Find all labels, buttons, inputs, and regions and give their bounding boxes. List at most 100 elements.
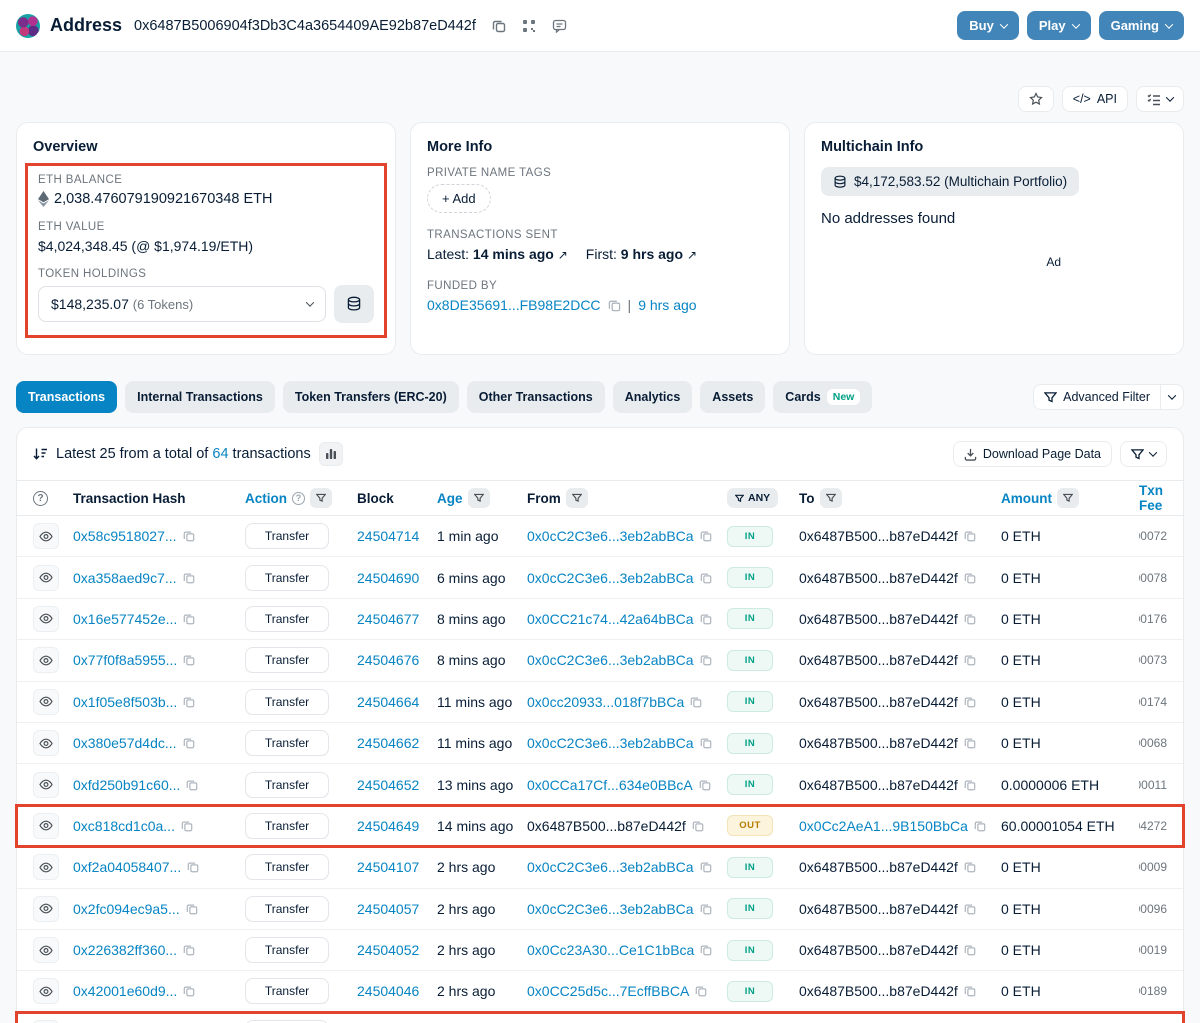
preview-eye-button[interactable] — [33, 523, 59, 550]
copy-icon[interactable] — [964, 530, 976, 542]
col-amount-link[interactable]: Amount — [1001, 491, 1052, 506]
chart-view-button[interactable] — [318, 442, 343, 466]
external-link-icon[interactable]: ↗ — [687, 248, 697, 262]
copy-icon[interactable] — [692, 820, 704, 832]
preview-eye-button[interactable] — [33, 730, 59, 757]
from-address[interactable]: 0x0cC2C3e6...3eb2abBCa — [527, 901, 694, 917]
tab-token-transfers-erc-20-[interactable]: Token Transfers (ERC-20) — [282, 381, 459, 413]
copy-address-icon[interactable] — [492, 19, 506, 33]
col-age-link[interactable]: Age — [437, 491, 463, 506]
age-filter-button[interactable] — [467, 488, 490, 508]
advanced-filter-dropdown-button[interactable] — [1161, 384, 1184, 410]
copy-icon[interactable] — [183, 944, 195, 956]
copy-icon[interactable] — [183, 530, 195, 542]
action-transfer-button[interactable]: Transfer — [245, 688, 329, 715]
block-link[interactable]: 24504662 — [357, 735, 419, 751]
comment-icon[interactable] — [552, 19, 567, 33]
amount-filter-button[interactable] — [1057, 488, 1079, 508]
buy-button[interactable]: Buy — [957, 11, 1019, 40]
block-link[interactable]: 24504107 — [357, 859, 419, 875]
from-filter-button[interactable] — [565, 488, 588, 508]
preview-eye-button[interactable] — [33, 771, 59, 798]
direction-any-filter[interactable]: ANY — [727, 488, 779, 508]
copy-icon[interactable] — [964, 903, 976, 915]
copy-icon[interactable] — [700, 944, 712, 956]
preview-eye-button[interactable] — [33, 688, 59, 715]
copy-icon[interactable] — [964, 654, 976, 666]
copy-icon[interactable] — [186, 903, 198, 915]
from-address[interactable]: 0x0cc20933...018f7bBCa — [527, 694, 684, 710]
copy-icon[interactable] — [700, 737, 712, 749]
help-question-icon[interactable]: ? — [33, 490, 48, 506]
preview-eye-button[interactable] — [33, 564, 59, 591]
from-address[interactable]: 0x0cC2C3e6...3eb2abBCa — [527, 652, 694, 668]
action-transfer-button[interactable]: Transfer — [245, 605, 329, 632]
preview-eye-button[interactable] — [33, 812, 59, 839]
action-transfer-button[interactable]: Transfer — [245, 895, 329, 922]
total-transactions-link[interactable]: 64 — [212, 446, 228, 462]
copy-icon[interactable] — [700, 572, 712, 584]
funded-by-age-link[interactable]: 9 hrs ago — [638, 297, 696, 313]
from-address[interactable]: 0x0CC21c74...42a64bBCa — [527, 611, 694, 627]
copy-icon[interactable] — [964, 985, 976, 997]
copy-icon[interactable] — [700, 861, 712, 873]
copy-icon[interactable] — [183, 985, 195, 997]
from-address[interactable]: 0x0Cc23A30...Ce1C1bBca — [527, 942, 694, 958]
block-link[interactable]: 24504052 — [357, 942, 419, 958]
tx-hash-link[interactable]: 0x380e57d4dc... — [73, 735, 177, 751]
funded-by-address-link[interactable]: 0x8DE35691...FB98E2DCC — [427, 297, 601, 313]
copy-icon[interactable] — [964, 944, 976, 956]
action-transfer-button[interactable]: Transfer — [245, 771, 329, 798]
block-link[interactable]: 24504046 — [357, 983, 419, 999]
block-link[interactable]: 24504649 — [357, 818, 419, 834]
qr-code-icon[interactable] — [522, 19, 536, 33]
copy-icon[interactable] — [964, 696, 976, 708]
action-transfer-button[interactable]: Transfer — [245, 523, 329, 550]
copy-icon[interactable] — [183, 696, 195, 708]
tx-hash-link[interactable]: 0x77f0f8a5955... — [73, 652, 177, 668]
copy-icon[interactable] — [700, 613, 712, 625]
block-link[interactable]: 24504676 — [357, 652, 419, 668]
preview-eye-button[interactable] — [33, 937, 59, 964]
copy-icon[interactable] — [964, 613, 976, 625]
tab-other-transactions[interactable]: Other Transactions — [466, 381, 605, 413]
block-link[interactable]: 24504057 — [357, 901, 419, 917]
copy-icon[interactable] — [695, 985, 707, 997]
tab-cards[interactable]: Cards New — [773, 381, 873, 413]
tx-hash-link[interactable]: 0xc818cd1c0a... — [73, 818, 175, 834]
api-button[interactable]: </> API — [1061, 86, 1128, 112]
copy-icon[interactable] — [183, 654, 195, 666]
gaming-button[interactable]: Gaming — [1098, 11, 1184, 40]
from-address[interactable]: 0x0cC2C3e6...3eb2abBCa — [527, 528, 694, 544]
copy-icon[interactable] — [183, 737, 195, 749]
copy-icon[interactable] — [974, 820, 986, 832]
preview-eye-button[interactable] — [33, 895, 59, 922]
more-options-button[interactable] — [1136, 86, 1184, 112]
from-address[interactable]: 0x0cC2C3e6...3eb2abBCa — [527, 859, 694, 875]
block-link[interactable]: 24504714 — [357, 528, 419, 544]
action-transfer-button[interactable]: Transfer — [245, 812, 329, 839]
action-transfer-button[interactable]: Transfer — [245, 730, 329, 757]
tx-hash-link[interactable]: 0xa358aed9c7... — [73, 570, 177, 586]
action-transfer-button[interactable]: Transfer — [245, 937, 329, 964]
copy-icon[interactable] — [608, 299, 621, 312]
action-transfer-button[interactable]: Transfer — [245, 564, 329, 591]
copy-icon[interactable] — [700, 654, 712, 666]
tab-internal-transactions[interactable]: Internal Transactions — [125, 381, 275, 413]
tx-hash-link[interactable]: 0xf2a04058407... — [73, 859, 181, 875]
external-link-icon[interactable]: ↗ — [558, 248, 568, 262]
action-transfer-button[interactable]: Transfer — [245, 854, 329, 881]
copy-icon[interactable] — [186, 779, 198, 791]
to-filter-button[interactable] — [819, 488, 842, 508]
copy-icon[interactable] — [964, 861, 976, 873]
copy-icon[interactable] — [700, 530, 712, 542]
tx-hash-link[interactable]: 0x58c9518027... — [73, 528, 177, 544]
download-page-data-button[interactable]: Download Page Data — [952, 441, 1112, 467]
tx-hash-link[interactable]: 0x2fc094ec9a5... — [73, 901, 180, 917]
block-link[interactable]: 24504652 — [357, 777, 419, 793]
multichain-portfolio-button[interactable]: $4,172,583.52 (Multichain Portfolio) — [821, 167, 1080, 196]
token-wallet-button[interactable] — [334, 285, 374, 323]
preview-eye-button[interactable] — [33, 647, 59, 674]
add-name-tag-button[interactable]: + Add — [427, 184, 491, 213]
token-holdings-dropdown[interactable]: $148,235.07 (6 Tokens) — [38, 286, 326, 322]
